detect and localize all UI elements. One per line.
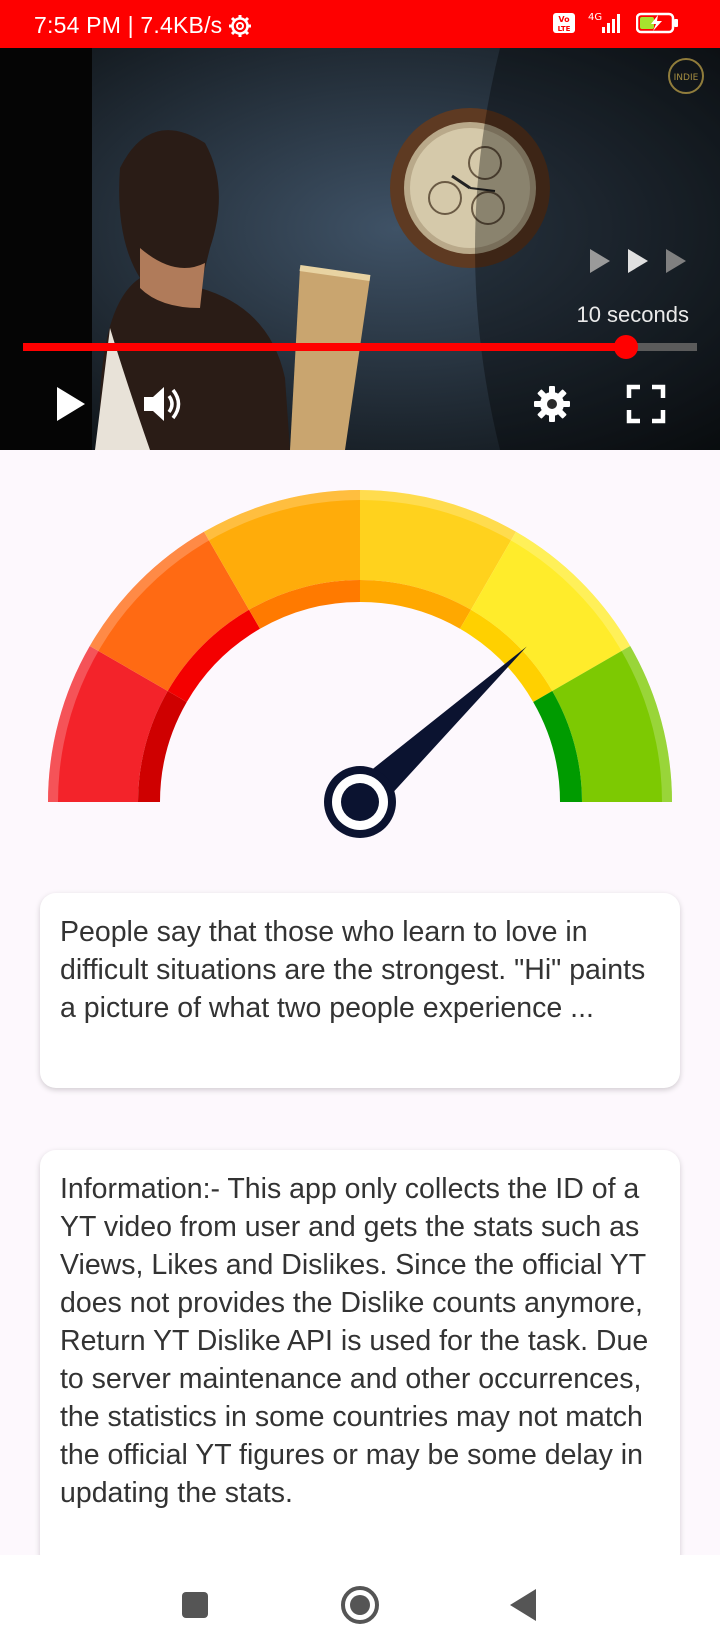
skip-seconds-label: 10 seconds: [576, 302, 689, 327]
status-time-speed-text: 7:54 PM | 7.4KB/s: [34, 12, 223, 38]
back-triangle-icon: [510, 1589, 536, 1621]
home-button[interactable]: [340, 1585, 380, 1625]
information-card: Information:- This app only collects the…: [40, 1150, 680, 1570]
recents-square-icon: [182, 1592, 208, 1618]
svg-text:LTE: LTE: [558, 25, 571, 33]
settings-gear-icon: [229, 14, 252, 37]
video-player[interactable]: INDIE 10 seconds: [0, 48, 720, 450]
fullscreen-icon: [626, 384, 666, 424]
fullscreen-button[interactable]: [623, 381, 669, 427]
volume-icon: [144, 387, 181, 421]
back-button[interactable]: [503, 1585, 543, 1625]
status-time: 7:54 PM | 7.4KB/s: [34, 12, 252, 39]
network-type-label: 4G: [588, 12, 602, 23]
settings-icon: [534, 386, 570, 422]
video-progress-bar[interactable]: [23, 343, 697, 351]
battery-charging-icon: [636, 12, 678, 34]
recents-button[interactable]: [175, 1585, 215, 1625]
volte-icon: Vo LTE: [553, 13, 575, 33]
svg-text:Vo: Vo: [558, 15, 570, 24]
play-icon: [57, 387, 85, 421]
video-progress-fill: [23, 343, 627, 351]
settings-button[interactable]: [529, 381, 575, 427]
video-description-card: People say that those who learn to love …: [40, 893, 680, 1088]
status-icons: Vo LTE 4G: [552, 11, 680, 35]
navigation-bar: [0, 1555, 720, 1650]
volume-button[interactable]: [141, 381, 187, 427]
skip-forward-button[interactable]: [588, 246, 688, 276]
status-bar: 7:54 PM | 7.4KB/s Vo LTE 4G: [0, 0, 720, 48]
gauge-hub-center: [341, 783, 379, 821]
rating-gauge: [48, 490, 672, 838]
skip-forward-icon: [590, 249, 686, 273]
indie-watermark: INDIE: [674, 73, 699, 83]
signal-icon: 4G: [588, 12, 620, 33]
home-circle-icon: [341, 1586, 379, 1624]
video-description-text: People say that those who learn to love …: [60, 916, 646, 1024]
information-text: Information:- This app only collects the…: [60, 1173, 649, 1509]
play-button[interactable]: [48, 381, 94, 427]
